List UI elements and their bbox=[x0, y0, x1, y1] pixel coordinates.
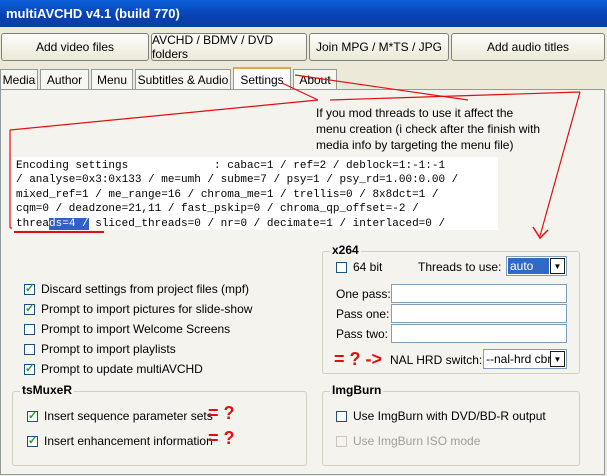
nal-hrd-label: NAL HRD switch: bbox=[390, 353, 483, 367]
encoding-fragment: threa bbox=[16, 217, 50, 230]
tab-about[interactable]: About bbox=[293, 69, 337, 89]
encoding-line: / analyse=0x3:0x133 / me=umh / subme=7 /… bbox=[16, 174, 459, 187]
insert-sps-checkbox[interactable]: Insert sequence parameter sets bbox=[27, 408, 213, 424]
checkbox-box[interactable] bbox=[27, 434, 38, 447]
encoding-line: threads=4 / sliced_threads=0 / nr=0 / de… bbox=[16, 217, 494, 231]
checkbox-box[interactable] bbox=[27, 409, 38, 422]
encoding-fragment: sliced_threads=0 / nr=0 / decimate=1 / i… bbox=[88, 217, 446, 230]
checkbox-box[interactable] bbox=[24, 282, 35, 295]
pass-two-label: Pass two: bbox=[336, 327, 389, 341]
annotation-note: If you mod threads to use it affect the … bbox=[316, 105, 584, 153]
prompt-playlists-checkbox[interactable]: Prompt to import playlists bbox=[24, 341, 176, 357]
threads-select[interactable]: auto ▼ bbox=[506, 256, 567, 276]
checkbox-label: Use ImgBurn with DVD/BD-R output bbox=[353, 409, 546, 423]
pass-one-field[interactable] bbox=[391, 304, 567, 323]
encoding-highlight: ds=4 / bbox=[49, 217, 89, 230]
annotation-line: If you mod threads to use it affect the bbox=[316, 106, 514, 120]
add-video-files-button[interactable]: Add video files bbox=[1, 33, 149, 61]
encoding-line: Encoding settings : cabac=1 / ref=2 / de… bbox=[16, 160, 446, 172]
insert-enh-checkbox[interactable]: Insert enhancement information bbox=[27, 433, 213, 449]
checkbox-label: Insert sequence parameter sets bbox=[44, 409, 213, 423]
checkbox-label: Discard settings from project files (mpf… bbox=[41, 282, 250, 296]
encoding-settings-text[interactable]: Encoding settings : cabac=1 / ref=2 / de… bbox=[12, 157, 498, 230]
checkbox-box[interactable] bbox=[24, 323, 35, 335]
checkbox-label: Prompt to import playlists bbox=[41, 342, 176, 356]
checkbox-label: Insert enhancement information bbox=[44, 434, 213, 448]
checkbox-label: Prompt to import pictures for slide-show bbox=[41, 302, 253, 316]
enh-annotation-mark: = ? bbox=[208, 428, 235, 448]
prompt-pictures-checkbox[interactable]: Prompt to import pictures for slide-show bbox=[24, 301, 252, 317]
discard-settings-checkbox[interactable]: Discard settings from project files (mpf… bbox=[24, 281, 249, 297]
prompt-update-checkbox[interactable]: Prompt to update multiAVCHD bbox=[24, 361, 203, 377]
one-pass-label: One pass: bbox=[336, 287, 391, 301]
tsmuxer-group bbox=[12, 391, 307, 466]
window-title: multiAVCHD v4.1 (build 770) bbox=[0, 0, 607, 27]
checkbox-box[interactable] bbox=[336, 261, 347, 273]
threads-value: auto bbox=[508, 258, 549, 274]
tab-subtitles-audio[interactable]: Subtitles & Audio bbox=[135, 69, 231, 89]
x264-group-title: x264 bbox=[330, 243, 361, 257]
prompt-welcome-checkbox[interactable]: Prompt to import Welcome Screens bbox=[24, 321, 230, 337]
one-pass-field[interactable] bbox=[391, 284, 567, 303]
tsmuxer-group-title: tsMuxeR bbox=[20, 383, 75, 397]
nal-hrd-value: --nal-hrd cbr bbox=[486, 352, 550, 366]
add-audio-titles-button[interactable]: Add audio titles bbox=[451, 33, 605, 61]
checkbox-box[interactable] bbox=[24, 343, 35, 355]
sps-annotation-mark: = ? bbox=[208, 403, 235, 423]
tab-author[interactable]: Author bbox=[40, 69, 89, 89]
checkbox-box[interactable] bbox=[336, 410, 347, 422]
join-mpg-button[interactable]: Join MPG / M*TS / JPG bbox=[309, 33, 449, 61]
checkbox-label: Use ImgBurn ISO mode bbox=[353, 434, 481, 448]
pass-one-label: Pass one: bbox=[336, 307, 390, 321]
checkbox-box bbox=[336, 435, 347, 447]
checkbox-label: Prompt to import Welcome Screens bbox=[41, 322, 231, 336]
x264-64bit-checkbox[interactable]: 64 bit bbox=[336, 259, 382, 275]
annotation-line: menu creation (i check after the finish … bbox=[316, 122, 541, 136]
pass-two-field[interactable] bbox=[391, 324, 567, 343]
tab-strip: Media Author Menu Subtitles & Audio Sett… bbox=[0, 67, 607, 90]
avchd-folders-button[interactable]: AVCHD / BDMV / DVD folders bbox=[151, 33, 307, 61]
imgburn-iso-checkbox: Use ImgBurn ISO mode bbox=[336, 433, 480, 449]
chevron-down-icon[interactable]: ▼ bbox=[550, 258, 565, 274]
encoding-line: mixed_ref=1 / me_range=16 / chroma_me=1 … bbox=[16, 188, 439, 201]
nal-annotation-mark: = ? -> bbox=[334, 349, 383, 369]
threads-label: Threads to use: bbox=[418, 260, 502, 274]
nal-hrd-select[interactable]: --nal-hrd cbr ▼ bbox=[483, 349, 567, 369]
tab-media[interactable]: Media bbox=[0, 69, 38, 89]
imgburn-group-title: ImgBurn bbox=[330, 383, 384, 397]
checkbox-box[interactable] bbox=[24, 302, 35, 315]
chevron-down-icon[interactable]: ▼ bbox=[550, 351, 565, 367]
checkbox-label: 64 bit bbox=[353, 260, 383, 274]
imgburn-dvd-checkbox[interactable]: Use ImgBurn with DVD/BD-R output bbox=[336, 408, 546, 424]
encoding-line: cqm=0 / deadzone=21,11 / fast_pskip=0 / … bbox=[16, 203, 419, 216]
annotation-line: media info by targeting the menu file) bbox=[316, 138, 514, 152]
tab-settings[interactable]: Settings bbox=[233, 67, 291, 90]
checkbox-box[interactable] bbox=[24, 362, 35, 375]
imgburn-group bbox=[322, 391, 580, 466]
tab-menu[interactable]: Menu bbox=[91, 69, 133, 89]
checkbox-label: Prompt to update multiAVCHD bbox=[41, 362, 203, 376]
